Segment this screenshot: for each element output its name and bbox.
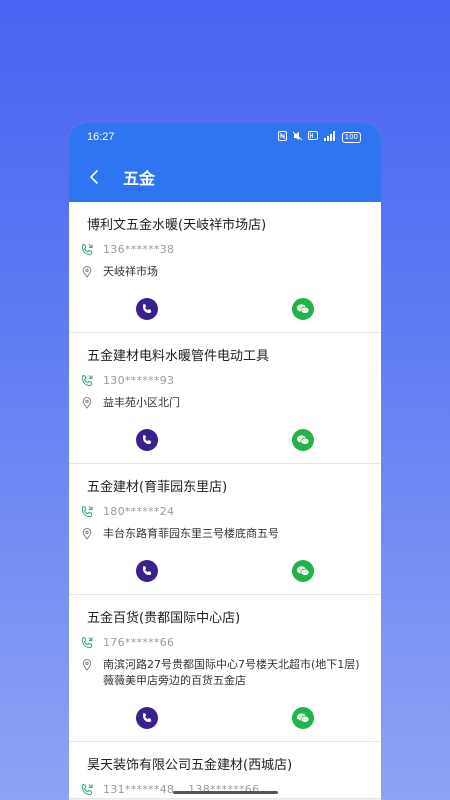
hd-icon: [307, 131, 318, 143]
phone-icon: [143, 566, 152, 575]
phone-row: 131******48 138******66: [69, 782, 381, 798]
action-row: [69, 695, 381, 741]
store-name: 五金百货(贵都国际中心店): [87, 611, 241, 626]
store-name: 五金建材(育菲园东里店): [87, 480, 228, 495]
phone-outline-icon: [79, 782, 95, 798]
phone-numbers[interactable]: 136******38: [103, 242, 184, 258]
action-row: [69, 286, 381, 332]
status-bar: 16:27 100: [69, 123, 381, 151]
address-row: 丰台东路育菲园东里三号楼底商五号: [69, 526, 381, 542]
phone-outline-icon: [79, 373, 95, 389]
wechat-icon: [297, 304, 310, 314]
store-address: 南滨河路27号贵都国际中心7号楼天北超市(地下1层)薇薇美甲店旁边的百货五金店: [103, 658, 360, 687]
status-time: 16:27: [87, 131, 115, 143]
action-row: [69, 548, 381, 594]
battery-icon: 100: [341, 131, 361, 143]
call-button[interactable]: [136, 707, 158, 729]
wechat-icon: [297, 435, 310, 445]
home-indicator[interactable]: [173, 791, 278, 794]
address-row: 天岐祥市场: [69, 264, 381, 280]
phone-row: 176******66: [69, 635, 381, 651]
signal-icon: [323, 130, 337, 144]
phone-row: 130******93: [69, 373, 381, 389]
phone-number[interactable]: 138******66: [188, 783, 259, 796]
phone-numbers[interactable]: 131******48 138******66: [103, 782, 269, 798]
call-button[interactable]: [136, 560, 158, 582]
wechat-icon: [297, 713, 310, 723]
nfc-icon: [277, 130, 287, 144]
phone-numbers[interactable]: 176******66: [103, 635, 184, 651]
action-row: [69, 417, 381, 463]
phone-icon: [143, 304, 152, 313]
list-item: 博利文五金水暖(天岐祥市场店) 136******38 天岐祥市场: [69, 202, 381, 333]
store-address: 天岐祥市场: [103, 265, 158, 278]
call-button[interactable]: [136, 429, 158, 451]
wechat-button[interactable]: [292, 707, 314, 729]
phone-icon: [143, 435, 152, 444]
back-icon[interactable]: [89, 169, 105, 185]
wechat-button[interactable]: [292, 429, 314, 451]
store-name: 昊天装饰有限公司五金建材(西城店): [87, 758, 293, 773]
phone-row: 136******38: [69, 242, 381, 258]
location-icon: [79, 395, 95, 411]
nav-bar: 五金: [69, 151, 381, 202]
phone-numbers[interactable]: 130******93: [103, 373, 184, 389]
phone-outline-icon: [79, 635, 95, 651]
address-row: 南滨河路27号贵都国际中心7号楼天北超市(地下1层)薇薇美甲店旁边的百货五金店: [69, 657, 381, 689]
list-item: 五金建材(育菲园东里店) 180******24 丰台东路育菲园东里三号楼底商五…: [69, 464, 381, 595]
wechat-button[interactable]: [292, 560, 314, 582]
location-icon: [79, 264, 95, 280]
phone-number[interactable]: 130******93: [103, 374, 174, 387]
wechat-icon: [297, 566, 310, 576]
mute-icon: [292, 131, 303, 144]
status-icons: 100: [277, 130, 361, 144]
phone-outline-icon: [79, 504, 95, 520]
store-address: 丰台东路育菲园东里三号楼底商五号: [103, 527, 279, 540]
phone-number[interactable]: 131******48: [103, 783, 174, 796]
store-name: 博利文五金水暖(天岐祥市场店): [87, 218, 267, 233]
address-row: 益丰苑小区北门: [69, 395, 381, 411]
phone-number[interactable]: 136******38: [103, 243, 174, 256]
list-item: 五金建材电料水暖管件电动工具 130******93 益丰苑小区北门: [69, 333, 381, 464]
store-address: 益丰苑小区北门: [103, 396, 180, 409]
page-title: 五金: [123, 168, 156, 188]
location-icon: [79, 526, 95, 542]
store-name: 五金建材电料水暖管件电动工具: [87, 349, 270, 364]
location-icon: [79, 657, 95, 673]
phone-frame: 16:27 100 五金 博利文五金水暖(天岐祥市场店) 136******38…: [69, 123, 381, 800]
list-item: 五金百货(贵都国际中心店) 176******66 南滨河路27号贵都国际中心7…: [69, 595, 381, 742]
call-button[interactable]: [136, 298, 158, 320]
phone-numbers[interactable]: 180******24: [103, 504, 184, 520]
phone-icon: [143, 713, 152, 722]
phone-number[interactable]: 176******66: [103, 636, 174, 649]
phone-outline-icon: [79, 242, 95, 258]
wechat-button[interactable]: [292, 298, 314, 320]
phone-number[interactable]: 180******24: [103, 505, 174, 518]
store-list: 博利文五金水暖(天岐祥市场店) 136******38 天岐祥市场 五金建材电料…: [69, 202, 381, 799]
phone-row: 180******24: [69, 504, 381, 520]
